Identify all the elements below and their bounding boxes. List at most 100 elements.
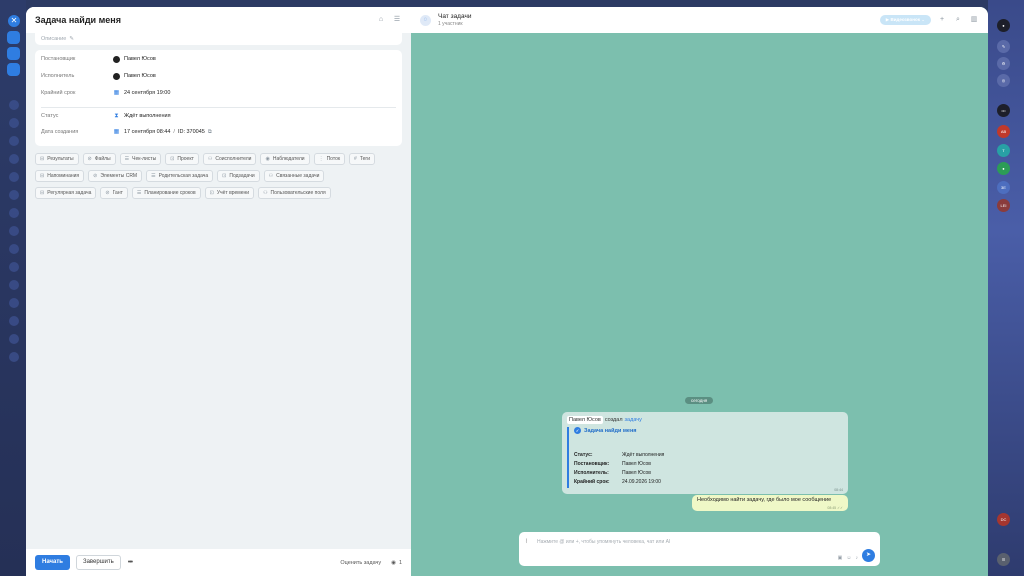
quoted-task-name: Задача найди меня bbox=[584, 427, 637, 434]
copy-icon[interactable]: ⧉ bbox=[208, 129, 212, 136]
block-chip[interactable]: ⚇ Пользовательские поля bbox=[258, 187, 331, 199]
created-value: ▦ 17 сентября 08:44 / ID: 370045 ⧉ bbox=[113, 129, 212, 136]
avatar-initials: 3E bbox=[1001, 185, 1006, 190]
chip-icon: ⊟ bbox=[40, 190, 45, 196]
video-call-button[interactable]: ▶ Видеозвонок ⌄ bbox=[879, 15, 931, 25]
avatar bbox=[113, 55, 120, 63]
rate-task-link[interactable]: Оценить задачу bbox=[340, 560, 381, 566]
nav-icon[interactable] bbox=[9, 226, 19, 236]
chip-icon: ⋮ bbox=[318, 156, 324, 162]
read-check-icon: ✓✓ bbox=[837, 506, 843, 510]
block-chip[interactable]: ⊡ Подзадачи bbox=[217, 170, 260, 182]
nav-icon[interactable] bbox=[9, 172, 19, 182]
nav-icon[interactable] bbox=[9, 334, 19, 344]
robot-icon[interactable]: ● bbox=[997, 19, 1010, 32]
add-user-icon[interactable]: + bbox=[937, 15, 947, 25]
block-chip[interactable]: ◉ Наблюдатели bbox=[260, 153, 310, 165]
block-chip[interactable]: ⊟ Результаты bbox=[35, 153, 79, 165]
description-field[interactable]: Описание ✎ bbox=[35, 33, 402, 45]
block-chip[interactable]: ⊡ Учёт времени bbox=[204, 187, 255, 199]
chip-icon: ⊟ bbox=[40, 156, 45, 162]
message-composer[interactable]: ⌇ Нажмите @ или +, чтобы упомянуть челов… bbox=[519, 532, 880, 566]
paperclip-icon[interactable]: ⌇ bbox=[525, 538, 528, 545]
close-slider-icon[interactable]: ✕ bbox=[8, 15, 20, 27]
block-chip[interactable]: ⊘ Элементы CRM bbox=[88, 170, 143, 182]
nav-icon[interactable] bbox=[9, 154, 19, 164]
menu-icon[interactable]: ☰ bbox=[997, 553, 1010, 566]
nav-icon[interactable] bbox=[9, 244, 19, 254]
views-counter: ◉ 1 bbox=[391, 560, 402, 566]
emoji-icon[interactable]: ☺ bbox=[846, 555, 851, 561]
nav-icon[interactable] bbox=[9, 352, 19, 362]
task-link[interactable]: задачу bbox=[625, 417, 642, 423]
block-chip[interactable]: ☰ Чек-листы bbox=[119, 153, 162, 165]
chat-panel: ◌ Чат задачи 1 участник ▶ Видеозвонок ⌄ … bbox=[411, 7, 988, 576]
block-chip[interactable]: ⚇ Связанные задачи bbox=[263, 170, 325, 182]
sidebar-toggle-icon[interactable]: ▥ bbox=[969, 15, 979, 25]
block-chip[interactable]: ⊟ Напоминания bbox=[35, 170, 85, 182]
deadline-value[interactable]: ▦ 24 сентября 19:00 bbox=[113, 90, 171, 97]
block-chip[interactable]: ⚇ Соисполнители bbox=[202, 153, 257, 165]
nav-icon[interactable] bbox=[9, 136, 19, 146]
settings-icon[interactable]: ⚙ bbox=[997, 57, 1010, 70]
action-text: создал bbox=[604, 417, 623, 423]
nav-icon[interactable] bbox=[9, 100, 19, 110]
nav-icon[interactable] bbox=[9, 190, 19, 200]
author-name[interactable]: Павел Юсов bbox=[567, 416, 603, 424]
chevron-down-icon: ⌄ bbox=[919, 17, 925, 22]
quote-row: Статус: Ждёт выполнения bbox=[574, 452, 664, 458]
copilot-icon[interactable]: ◎ bbox=[997, 74, 1010, 87]
task-header: Задача найди меня ⌂ ☰ bbox=[26, 7, 411, 33]
microphone-icon[interactable]: ♪ bbox=[856, 555, 859, 561]
task-card-quote: ✓ Задача найди меня Статус: Ждёт выполнен… bbox=[567, 427, 843, 488]
quote-key: Статус: bbox=[574, 452, 593, 458]
block-chip[interactable]: ⋮ Поток bbox=[313, 153, 346, 165]
assignee-value[interactable]: Павел Юсов bbox=[113, 72, 156, 80]
avatar[interactable]: ● bbox=[997, 162, 1010, 175]
tasks-icon[interactable] bbox=[7, 63, 20, 76]
quoted-task-title[interactable]: ✓ Задача найди меня bbox=[574, 427, 843, 434]
avatar[interactable]: 3E bbox=[997, 181, 1010, 194]
nav-icon[interactable] bbox=[9, 118, 19, 128]
nav-icon[interactable] bbox=[9, 316, 19, 326]
chip-label: Регулярная задача bbox=[47, 190, 92, 196]
creator-row: Постановщик Павел Юсов bbox=[41, 54, 396, 64]
compose-icon[interactable] bbox=[7, 47, 20, 60]
calendar-icon: ▦ bbox=[113, 128, 120, 135]
chip-label: Файлы bbox=[94, 156, 111, 162]
chat-avatar-icon[interactable]: ••• bbox=[997, 104, 1010, 117]
block-chip[interactable]: ⊡ Проект bbox=[165, 153, 199, 165]
block-chip[interactable]: # Теги bbox=[349, 153, 375, 165]
block-chip[interactable]: ☰ Родительская задача bbox=[146, 170, 214, 182]
send-button[interactable]: ➤ bbox=[862, 549, 875, 562]
nav-icon[interactable] bbox=[9, 298, 19, 308]
nav-icon[interactable] bbox=[9, 280, 19, 290]
search-icon[interactable]: ⌕ bbox=[953, 15, 963, 25]
nav-icon[interactable] bbox=[9, 208, 19, 218]
start-button[interactable]: Начать bbox=[35, 555, 70, 570]
block-chip[interactable]: ⊟ Регулярная задача bbox=[35, 187, 97, 199]
chat-title-block[interactable]: Чат задачи 1 участник bbox=[438, 13, 471, 27]
avatar[interactable]: AB bbox=[997, 125, 1010, 138]
block-chip[interactable]: ⊘ Гант bbox=[100, 187, 128, 199]
pen-icon[interactable]: ✎ bbox=[997, 40, 1010, 53]
description-label: Описание bbox=[41, 36, 67, 42]
menu-icon[interactable]: ☰ bbox=[392, 15, 402, 25]
message-input[interactable]: Нажмите @ или +, чтобы упомянуть человек… bbox=[537, 539, 670, 545]
creator-value[interactable]: Павел Юсов bbox=[113, 55, 156, 63]
avatar[interactable]: T bbox=[997, 144, 1010, 157]
image-icon[interactable]: ▣ bbox=[838, 555, 843, 561]
nav-icon[interactable] bbox=[9, 262, 19, 272]
more-icon[interactable]: ••• bbox=[128, 559, 133, 566]
avatar[interactable]: DC bbox=[997, 513, 1010, 526]
block-chip[interactable]: ☰ Планирование сроков bbox=[131, 187, 201, 199]
home-icon[interactable]: ⌂ bbox=[376, 15, 386, 25]
chip-label: Планирование сроков bbox=[144, 190, 196, 196]
finish-button[interactable]: Завершить bbox=[75, 555, 121, 570]
task-panel: Задача найди меня ⌂ ☰ Описание ✎ Постано… bbox=[26, 7, 411, 576]
block-chip[interactable]: ⊘ Файлы bbox=[82, 153, 116, 165]
edit-icon[interactable] bbox=[7, 31, 20, 44]
chip-icon: ⊘ bbox=[87, 156, 92, 162]
avatar[interactable]: LEI bbox=[997, 199, 1010, 212]
outgoing-message[interactable]: Необходимо найти задачу, где было мое со… bbox=[692, 495, 848, 511]
